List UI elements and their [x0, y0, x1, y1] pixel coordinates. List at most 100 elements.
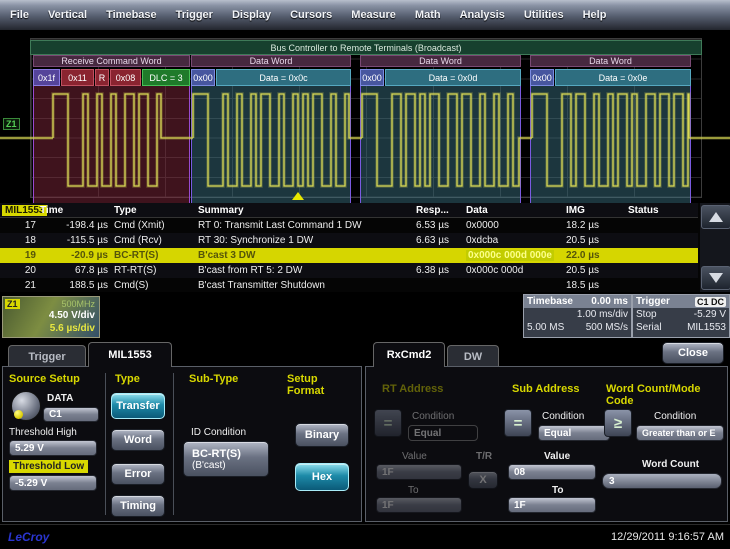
word-count-value: 3 — [609, 476, 615, 487]
menu-measure[interactable]: Measure — [351, 9, 396, 21]
row-img: 18.2 µs — [566, 220, 628, 231]
trigger-kind: Serial — [636, 322, 662, 333]
table-header: MIL1553 Time Type Summary Resp... Data I… — [0, 203, 698, 218]
timebase-samples: 5.00 MS — [527, 322, 564, 333]
row-summary: B'cast Transmitter Shutdown — [198, 280, 416, 291]
row-summary: B'cast from RT 5: 2 DW — [198, 265, 416, 276]
tr-button[interactable]: X — [468, 471, 498, 489]
tab-mil1553[interactable]: MIL1553 — [88, 342, 172, 367]
sub-to-input[interactable]: 1F — [508, 497, 596, 513]
table-row[interactable]: 20 67.8 µs RT-RT(S) B'cast from RT 5: 2 … — [0, 263, 698, 278]
word-label: Word — [124, 434, 152, 446]
type-error-button[interactable]: Error — [111, 463, 165, 485]
timing-label: Timing — [120, 500, 156, 512]
tab-dw-label: DW — [464, 351, 482, 363]
tr-label: T/R — [476, 451, 492, 462]
timebase-descriptor-box[interactable]: Timebase 0.00 ms 1.00 ms/div 5.00 MS 500… — [523, 294, 632, 338]
menu-vertical[interactable]: Vertical — [48, 9, 87, 21]
wc-condition-select[interactable]: Greater than or E — [636, 425, 724, 441]
scroll-down-button[interactable] — [701, 266, 730, 290]
greater-equal-icon[interactable]: ≥ — [604, 409, 632, 437]
equal-glyph: = — [514, 415, 523, 432]
rxcmd2-tab-body: RT Address = Condition Equal Value 1F To… — [365, 366, 728, 522]
type-word-button[interactable]: Word — [111, 429, 165, 451]
menu-display[interactable]: Display — [232, 9, 271, 21]
type-transfer-button[interactable]: Transfer — [111, 393, 165, 419]
tab-rxcmd2[interactable]: RxCmd2 — [373, 342, 445, 367]
trigger-kind-value: MIL1553 — [687, 322, 726, 333]
row-summary: RT 30: Synchronize 1 DW — [198, 235, 416, 246]
sub-condition-select[interactable]: Equal — [538, 425, 610, 441]
menu-math[interactable]: Math — [415, 9, 441, 21]
timebase-rate: 500 MS/s — [586, 322, 628, 333]
tab-dw[interactable]: DW — [447, 345, 499, 367]
table-row[interactable]: 18 -115.5 µs Cmd (Rcv) RT 30: Synchroniz… — [0, 233, 698, 248]
row-img: 18.5 µs — [566, 280, 628, 291]
row-data: 0x000c 000d 000e — [466, 250, 554, 261]
rt-to-label: To — [408, 485, 419, 496]
format-binary-button[interactable]: Binary — [295, 423, 349, 447]
word-count-header: Word Count/Mode Code — [606, 383, 727, 407]
z1-time-div: 5.6 µs/div — [50, 323, 95, 334]
menu-utilities[interactable]: Utilities — [524, 9, 564, 21]
sub-address-header: Sub Address — [512, 383, 579, 395]
id-condition-button[interactable]: BC-RT(S) (B'cast) — [183, 441, 269, 477]
row-resp: 6.63 µs — [416, 235, 466, 246]
rt-condition-select[interactable]: Equal — [408, 425, 478, 441]
z1-bandwidth: 500MHz — [61, 299, 95, 309]
row-type: RT-RT(S) — [114, 265, 198, 276]
z1-trace-label: Z1 — [3, 118, 20, 130]
z1-trace — [0, 30, 730, 203]
hex-label: Hex — [312, 471, 332, 483]
wc-condition-label: Condition — [654, 411, 696, 422]
table-row[interactable]: 17 -198.4 µs Cmd (Xmit) RT 0: Transmit L… — [0, 218, 698, 233]
timebase-label: Timebase — [527, 296, 573, 307]
menu-file[interactable]: File — [10, 9, 29, 21]
tab-trigger[interactable]: Trigger — [8, 345, 86, 367]
timebase-scale: 1.00 ms/div — [577, 309, 628, 320]
menu-timebase[interactable]: Timebase — [106, 9, 157, 21]
menu-bar: File Vertical Timebase Trigger Display C… — [0, 0, 730, 30]
close-button[interactable]: Close — [662, 342, 724, 364]
threshold-low-input[interactable]: -5.29 V — [9, 475, 97, 491]
menu-analysis[interactable]: Analysis — [460, 9, 505, 21]
source-knob-icon[interactable] — [11, 391, 41, 421]
menu-trigger[interactable]: Trigger — [176, 9, 213, 21]
threshold-low-value: -5.29 V — [15, 478, 47, 489]
table-row[interactable]: 21 188.5 µs Cmd(S) B'cast Transmitter Sh… — [0, 278, 698, 293]
trigger-descriptor-box[interactable]: Trigger C1 DC Stop -5.29 V Serial MIL155… — [632, 294, 730, 338]
col-time: Time — [40, 205, 114, 216]
waveform-display: Bus Controller to Remote Terminals (Broa… — [0, 30, 730, 203]
table-row-selected[interactable]: 19 -20.9 µs BC-RT(S) B'cast 3 DW 0x000c … — [0, 248, 698, 263]
trigger-label: Trigger — [636, 296, 670, 307]
row-time: -20.9 µs — [40, 250, 114, 261]
row-data: 0x0000 — [466, 220, 566, 231]
row-index: 20 — [0, 265, 40, 276]
menu-help[interactable]: Help — [583, 9, 607, 21]
equal-icon[interactable]: = — [374, 409, 402, 437]
equal-icon[interactable]: = — [504, 409, 532, 437]
row-index: 19 — [0, 250, 40, 261]
z1-descriptor-box[interactable]: Z1 500MHz 4.50 V/div 5.6 µs/div — [2, 296, 100, 338]
row-time: -115.5 µs — [40, 235, 114, 246]
scroll-up-button[interactable] — [701, 205, 730, 229]
word-count-slider[interactable]: 3 — [602, 473, 722, 489]
source-channel-select[interactable]: C1 — [43, 407, 99, 422]
sub-value-input[interactable]: 08 — [508, 464, 596, 480]
row-data: 0x000c 000d — [466, 265, 566, 276]
format-hex-button[interactable]: Hex — [295, 463, 349, 491]
threshold-high-value: 5.29 V — [15, 443, 44, 454]
equal-glyph: = — [384, 415, 393, 432]
sub-value: 08 — [514, 467, 525, 478]
rt-value-input[interactable]: 1F — [376, 464, 462, 480]
menu-cursors[interactable]: Cursors — [290, 9, 332, 21]
rt-to-input[interactable]: 1F — [376, 497, 462, 513]
transfer-label: Transfer — [116, 400, 159, 412]
wc-condition-value: Greater than or E — [642, 428, 716, 438]
sub-to-value: 1F — [514, 500, 526, 511]
threshold-high-input[interactable]: 5.29 V — [9, 440, 97, 456]
row-summary: RT 0: Transmit Last Command 1 DW — [198, 220, 416, 231]
type-timing-button[interactable]: Timing — [111, 495, 165, 517]
col-resp: Resp... — [416, 205, 466, 216]
trigger-time-marker[interactable] — [292, 192, 304, 200]
